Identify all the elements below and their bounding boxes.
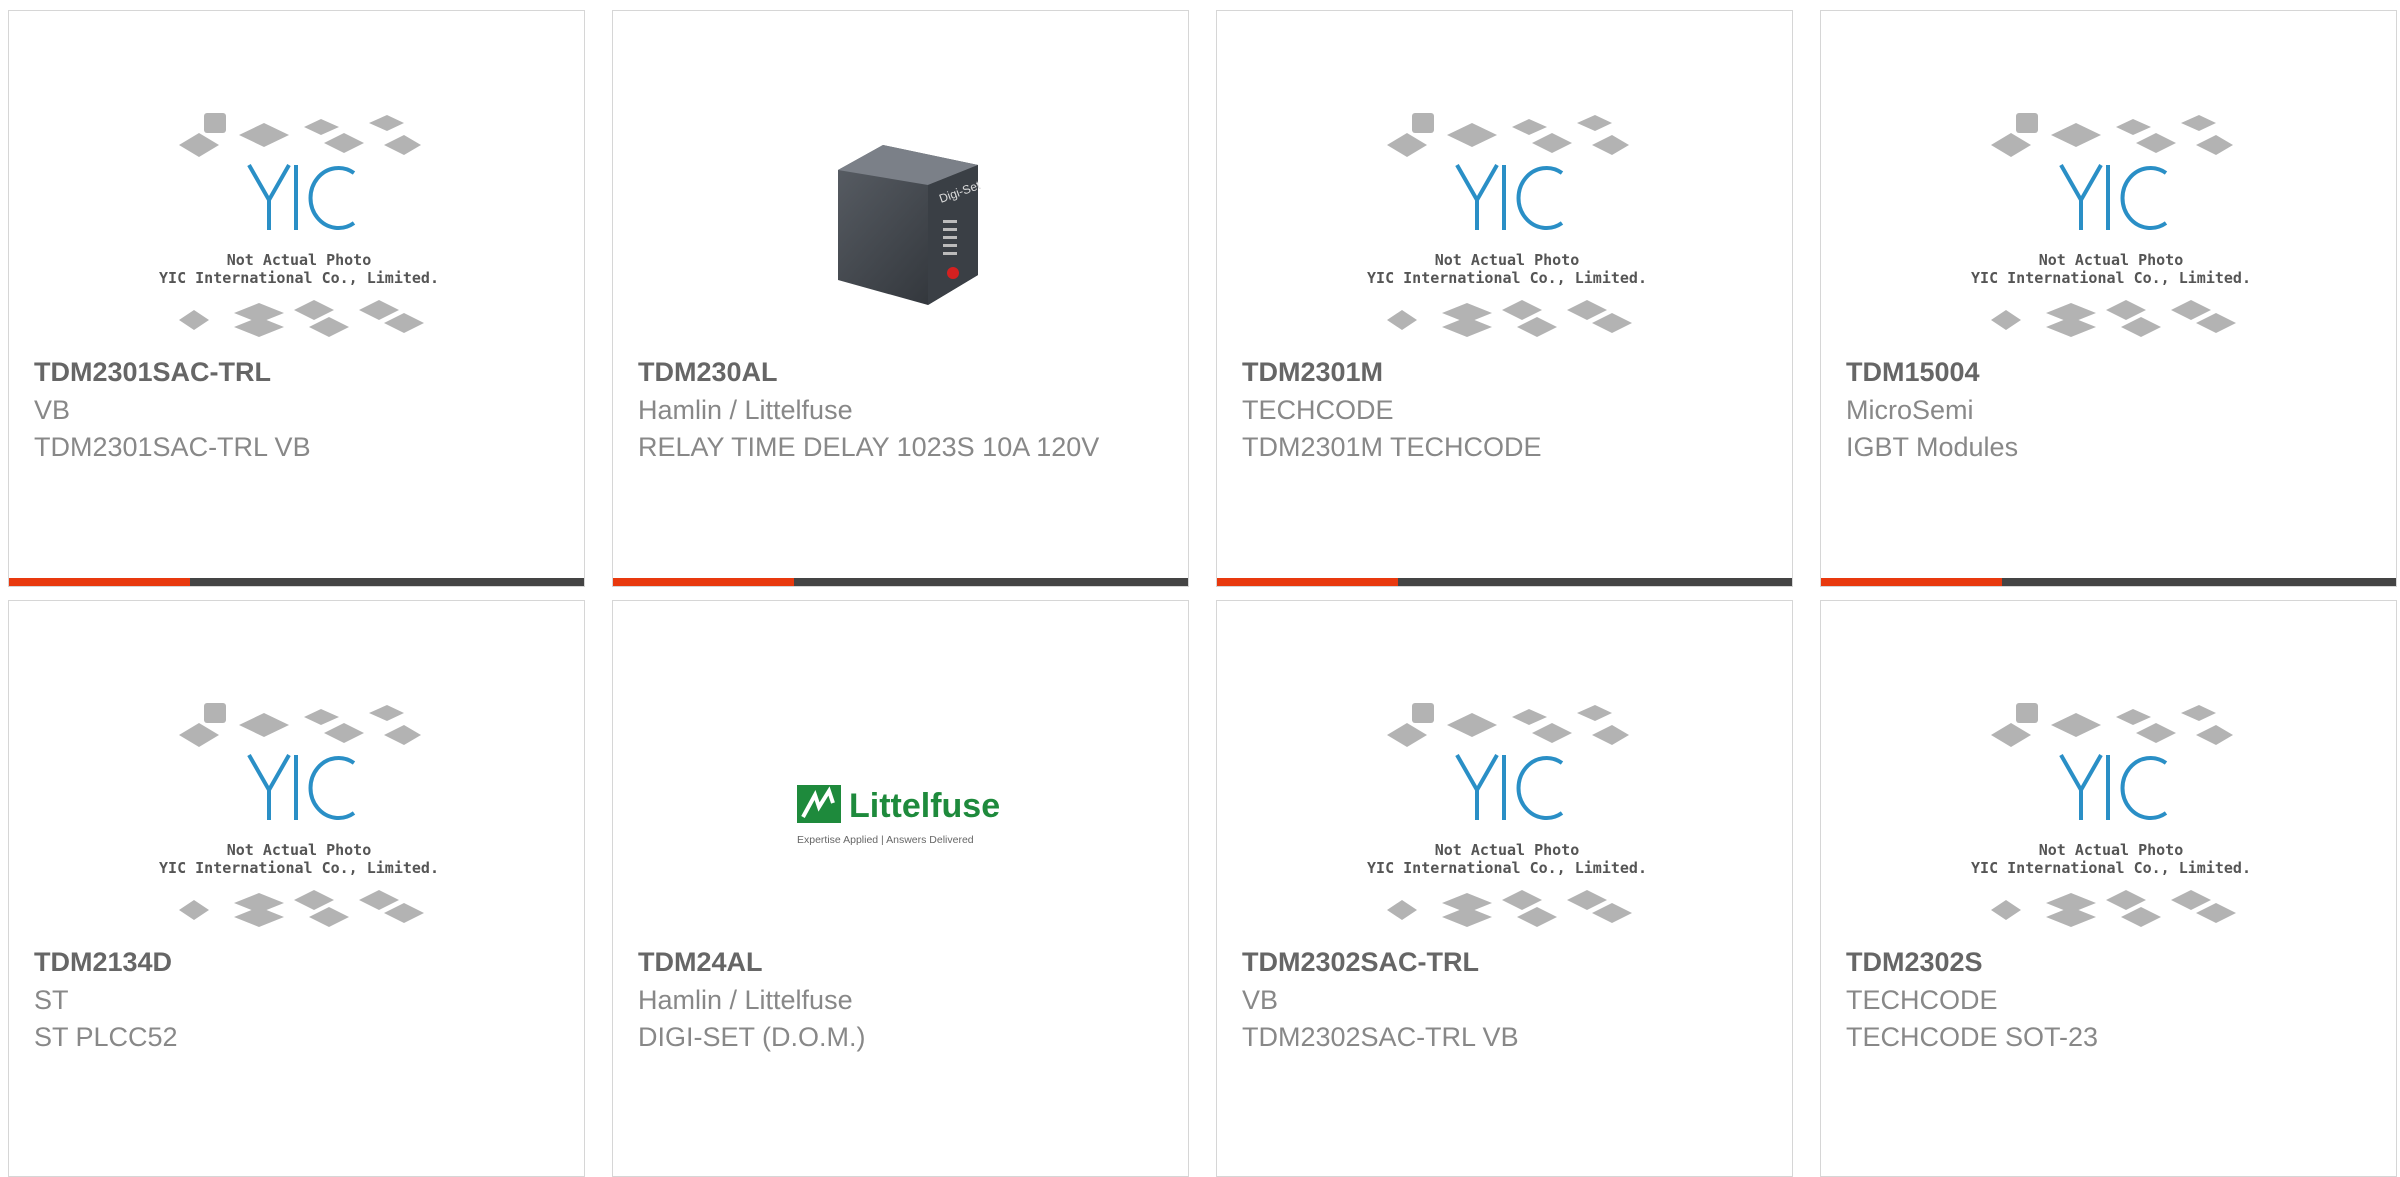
svg-text:Not Actual Photo: Not Actual Photo	[227, 841, 372, 859]
manufacturer: VB	[1242, 985, 1279, 1015]
placeholder-image-icon: Not Actual Photo YIC International Co., …	[159, 703, 439, 927]
part-number[interactable]: TDM2301SAC-TRL	[34, 354, 554, 391]
product-card[interactable]: Littelfuse Expertise Applied | Answers D…	[612, 600, 1189, 1177]
svg-text:Expertise Applied | Answers De: Expertise Applied | Answers Delivered	[797, 834, 974, 846]
manufacturer: Hamlin / Littelfuse	[638, 985, 853, 1015]
product-card[interactable]: Not Actual Photo YIC International Co., …	[1820, 600, 2397, 1177]
product-image[interactable]: Not Actual Photo YIC International Co., …	[1337, 681, 1677, 949]
manufacturer: ST	[34, 985, 69, 1015]
manufacturer: VB	[34, 395, 71, 425]
manufacturer: Hamlin / Littelfuse	[638, 395, 853, 425]
placeholder-image-icon: Not Actual Photo YIC International Co., …	[1971, 703, 2251, 927]
product-image[interactable]: Not Actual Photo YIC International Co., …	[129, 681, 469, 949]
part-number[interactable]: TDM230AL	[638, 354, 1158, 391]
product-card[interactable]: Not Actual Photo YIC International Co., …	[8, 10, 585, 587]
product-image[interactable]: Not Actual Photo YIC International Co., …	[1337, 91, 1677, 359]
part-number[interactable]: TDM2302S	[1846, 944, 2366, 981]
description: RELAY TIME DELAY 1023S 10A 120V	[638, 432, 1100, 462]
description: TECHCODE SOT-23	[1846, 1022, 2099, 1052]
product-image[interactable]: Not Actual Photo YIC International Co., …	[1941, 91, 2281, 359]
card-accent-bar	[613, 578, 1188, 586]
product-image[interactable]: Not Actual Photo YIC International Co., …	[129, 91, 469, 359]
svg-text:Not Actual Photo: Not Actual Photo	[227, 251, 372, 269]
svg-text:Not Actual Photo: Not Actual Photo	[2039, 251, 2184, 269]
svg-text:Not Actual Photo: Not Actual Photo	[1435, 251, 1580, 269]
description: TDM2301M TECHCODE	[1242, 432, 1542, 462]
part-number[interactable]: TDM2134D	[34, 944, 554, 981]
svg-text:Not Actual Photo: Not Actual Photo	[2039, 841, 2184, 859]
manufacturer: TECHCODE	[1242, 395, 1394, 425]
svg-text:YIC International Co., Limited: YIC International Co., Limited.	[1971, 859, 2251, 877]
card-accent-bar	[9, 578, 584, 586]
product-image[interactable]: Not Actual Photo YIC International Co., …	[1941, 681, 2281, 949]
placeholder-image-icon: Not Actual Photo YIC International Co., …	[1367, 113, 1647, 337]
part-number[interactable]: TDM15004	[1846, 354, 2366, 391]
part-number[interactable]: TDM2302SAC-TRL	[1242, 944, 1762, 981]
description: DIGI-SET (D.O.M.)	[638, 1022, 866, 1052]
relay-photo-icon: Digi-Set	[838, 145, 983, 305]
littelfuse-logo-icon: Littelfuse Expertise Applied | Answers D…	[797, 785, 1000, 846]
svg-text:YIC International Co., Limited: YIC International Co., Limited.	[1367, 269, 1647, 287]
svg-text:YIC International Co., Limited: YIC International Co., Limited.	[1971, 269, 2251, 287]
product-card[interactable]: Not Actual Photo YIC International Co., …	[1216, 600, 1793, 1177]
product-card[interactable]: Not Actual Photo YIC International Co., …	[1216, 10, 1793, 587]
placeholder-image-icon: Not Actual Photo YIC International Co., …	[1367, 703, 1647, 927]
svg-text:YIC International Co., Limited: YIC International Co., Limited.	[159, 269, 439, 287]
product-image[interactable]: Digi-Set	[733, 91, 1073, 359]
description: IGBT Modules	[1846, 432, 2019, 462]
description: TDM2301SAC-TRL VB	[34, 432, 311, 462]
description: TDM2302SAC-TRL VB	[1242, 1022, 1519, 1052]
svg-text:Littelfuse: Littelfuse	[849, 787, 1000, 825]
part-number[interactable]: TDM2301M	[1242, 354, 1762, 391]
svg-text:YIC International Co., Limited: YIC International Co., Limited.	[159, 859, 439, 877]
product-card[interactable]: Digi-Set TDM230AL Hamlin / Littelfuse RE…	[612, 10, 1189, 587]
placeholder-image-icon: Not Actual Photo YIC International Co., …	[159, 113, 439, 337]
part-number[interactable]: TDM24AL	[638, 944, 1158, 981]
manufacturer: TECHCODE	[1846, 985, 1998, 1015]
card-accent-bar	[1821, 578, 2396, 586]
svg-text:Not Actual Photo: Not Actual Photo	[1435, 841, 1580, 859]
product-card[interactable]: Not Actual Photo YIC International Co., …	[1820, 10, 2397, 587]
card-accent-bar	[1217, 578, 1792, 586]
svg-text:YIC International Co., Limited: YIC International Co., Limited.	[1367, 859, 1647, 877]
product-image[interactable]: Littelfuse Expertise Applied | Answers D…	[733, 681, 1073, 949]
description: ST PLCC52	[34, 1022, 178, 1052]
placeholder-image-icon: Not Actual Photo YIC International Co., …	[1971, 113, 2251, 337]
manufacturer: MicroSemi	[1846, 395, 1974, 425]
product-card[interactable]: Not Actual Photo YIC International Co., …	[8, 600, 585, 1177]
